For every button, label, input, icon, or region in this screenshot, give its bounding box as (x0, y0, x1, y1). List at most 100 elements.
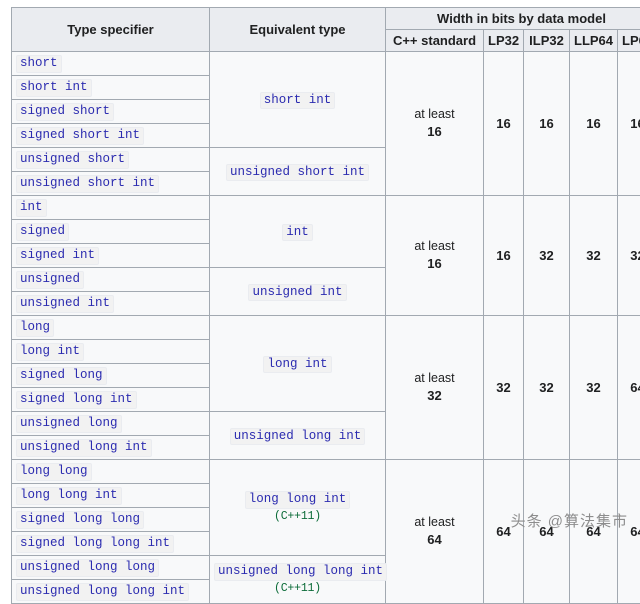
ilp32-width-cell: 64 (524, 460, 570, 604)
type-specifier-code: signed short int (16, 127, 144, 145)
type-specifier-cell: long (12, 316, 210, 340)
table-row: long longlong long int(C++11)at least646… (12, 460, 640, 484)
type-specifier-cell: long int (12, 340, 210, 364)
ilp32-width-cell: 16 (524, 52, 570, 196)
cpp-standard-width-cell: at least 16 (386, 52, 484, 196)
since-version-label: (C++11) (214, 581, 381, 598)
llp64-width-cell: 64 (570, 460, 618, 604)
type-specifier-code: unsigned long long int (16, 583, 189, 601)
equivalent-type-code: unsigned long int (230, 428, 366, 446)
lp64-width-cell: 64 (618, 460, 640, 604)
type-specifier-cell: unsigned long int (12, 436, 210, 460)
type-specifier-cell: short int (12, 76, 210, 100)
lp64-width-cell: 64 (618, 316, 640, 460)
type-specifier-code: signed long (16, 367, 107, 385)
at-least-label: at least (414, 107, 454, 121)
type-specifier-code: signed int (16, 247, 99, 265)
type-specifier-code: long (16, 319, 54, 337)
type-specifier-code: unsigned long int (16, 439, 152, 457)
cpp-standard-width-cell: at least 16 (386, 196, 484, 316)
lp64-width-cell: 32 (618, 196, 640, 316)
equivalent-type-cell: int (210, 196, 386, 268)
table-row: intintat least1616323232 (12, 196, 640, 220)
equivalent-type-cell: long long int(C++11) (210, 460, 386, 556)
type-specifier-cell: signed short int (12, 124, 210, 148)
type-specifier-cell: unsigned (12, 268, 210, 292)
type-specifier-code: long int (16, 343, 84, 361)
type-specifier-code: long long int (16, 487, 122, 505)
type-specifier-cell: unsigned long long int (12, 580, 210, 604)
header-cpp-standard: C++ standard (386, 30, 484, 52)
standard-width-value: 16 (390, 255, 479, 273)
type-specifier-cell: unsigned short (12, 148, 210, 172)
header-width-group: Width in bits by data model (386, 8, 640, 30)
type-specifier-cell: signed long (12, 364, 210, 388)
llp64-width-cell: 32 (570, 316, 618, 460)
table-row: shortshort intat least1616161616 (12, 52, 640, 76)
fundamental-types-table: Type specifier Equivalent type Width in … (11, 7, 640, 604)
type-specifier-cell: signed (12, 220, 210, 244)
type-specifier-code: long long (16, 463, 92, 481)
type-specifier-cell: int (12, 196, 210, 220)
type-specifier-cell: signed long long (12, 508, 210, 532)
type-specifier-code: int (16, 199, 47, 217)
type-specifier-code: signed long long int (16, 535, 174, 553)
at-least-label: at least (414, 239, 454, 253)
type-specifier-code: unsigned short int (16, 175, 159, 193)
llp64-width-cell: 32 (570, 196, 618, 316)
table-header: Type specifier Equivalent type Width in … (12, 8, 640, 52)
equivalent-type-code: unsigned int (248, 284, 346, 302)
at-least-label: at least (414, 371, 454, 385)
type-specifier-cell: unsigned int (12, 292, 210, 316)
lp32-width-cell: 16 (484, 196, 524, 316)
equivalent-type-code: long int (263, 356, 331, 374)
type-specifier-code: unsigned (16, 271, 84, 289)
cpp-standard-width-cell: at least 32 (386, 316, 484, 460)
equivalent-type-cell: unsigned int (210, 268, 386, 316)
equivalent-type-code: short int (260, 92, 336, 110)
type-specifier-code: unsigned short (16, 151, 129, 169)
equivalent-type-cell: unsigned long long int(C++11) (210, 556, 386, 604)
table-row: longlong intat least3232323264 (12, 316, 640, 340)
header-lp64: LP64 (618, 30, 640, 52)
ilp32-width-cell: 32 (524, 196, 570, 316)
header-ilp32: ILP32 (524, 30, 570, 52)
type-specifier-cell: long long int (12, 484, 210, 508)
lp32-width-cell: 16 (484, 52, 524, 196)
type-specifier-cell: unsigned long long (12, 556, 210, 580)
type-specifier-code: unsigned long long (16, 559, 159, 577)
lp32-width-cell: 64 (484, 460, 524, 604)
equivalent-type-cell: unsigned long int (210, 412, 386, 460)
type-specifier-code: signed long int (16, 391, 137, 409)
type-specifier-code: signed long long (16, 511, 144, 529)
ilp32-width-cell: 32 (524, 316, 570, 460)
lp32-width-cell: 32 (484, 316, 524, 460)
type-width-table-container: Type specifier Equivalent type Width in … (11, 7, 629, 604)
llp64-width-cell: 16 (570, 52, 618, 196)
standard-width-value: 32 (390, 387, 479, 405)
equivalent-type-cell: long int (210, 316, 386, 412)
type-specifier-cell: signed int (12, 244, 210, 268)
type-specifier-cell: unsigned long (12, 412, 210, 436)
type-specifier-cell: short (12, 52, 210, 76)
header-llp64: LLP64 (570, 30, 618, 52)
type-specifier-cell: long long (12, 460, 210, 484)
type-specifier-code: unsigned long (16, 415, 122, 433)
type-specifier-cell: signed long long int (12, 532, 210, 556)
standard-width-value: 16 (390, 123, 479, 141)
header-lp32: LP32 (484, 30, 524, 52)
type-specifier-code: signed short (16, 103, 114, 121)
cpp-standard-width-cell: at least64 (386, 460, 484, 604)
table-body: shortshort intat least1616161616short in… (12, 52, 640, 604)
lp64-width-cell: 16 (618, 52, 640, 196)
type-specifier-code: unsigned int (16, 295, 114, 313)
equivalent-type-code: long long int (245, 491, 351, 509)
type-specifier-code: short int (16, 79, 92, 97)
header-equivalent-type: Equivalent type (210, 8, 386, 52)
equivalent-type-code: unsigned short int (226, 164, 369, 182)
equivalent-type-cell: short int (210, 52, 386, 148)
type-specifier-code: short (16, 55, 62, 73)
type-specifier-code: signed (16, 223, 69, 241)
equivalent-type-code: unsigned long long int (214, 563, 387, 581)
type-specifier-cell: unsigned short int (12, 172, 210, 196)
